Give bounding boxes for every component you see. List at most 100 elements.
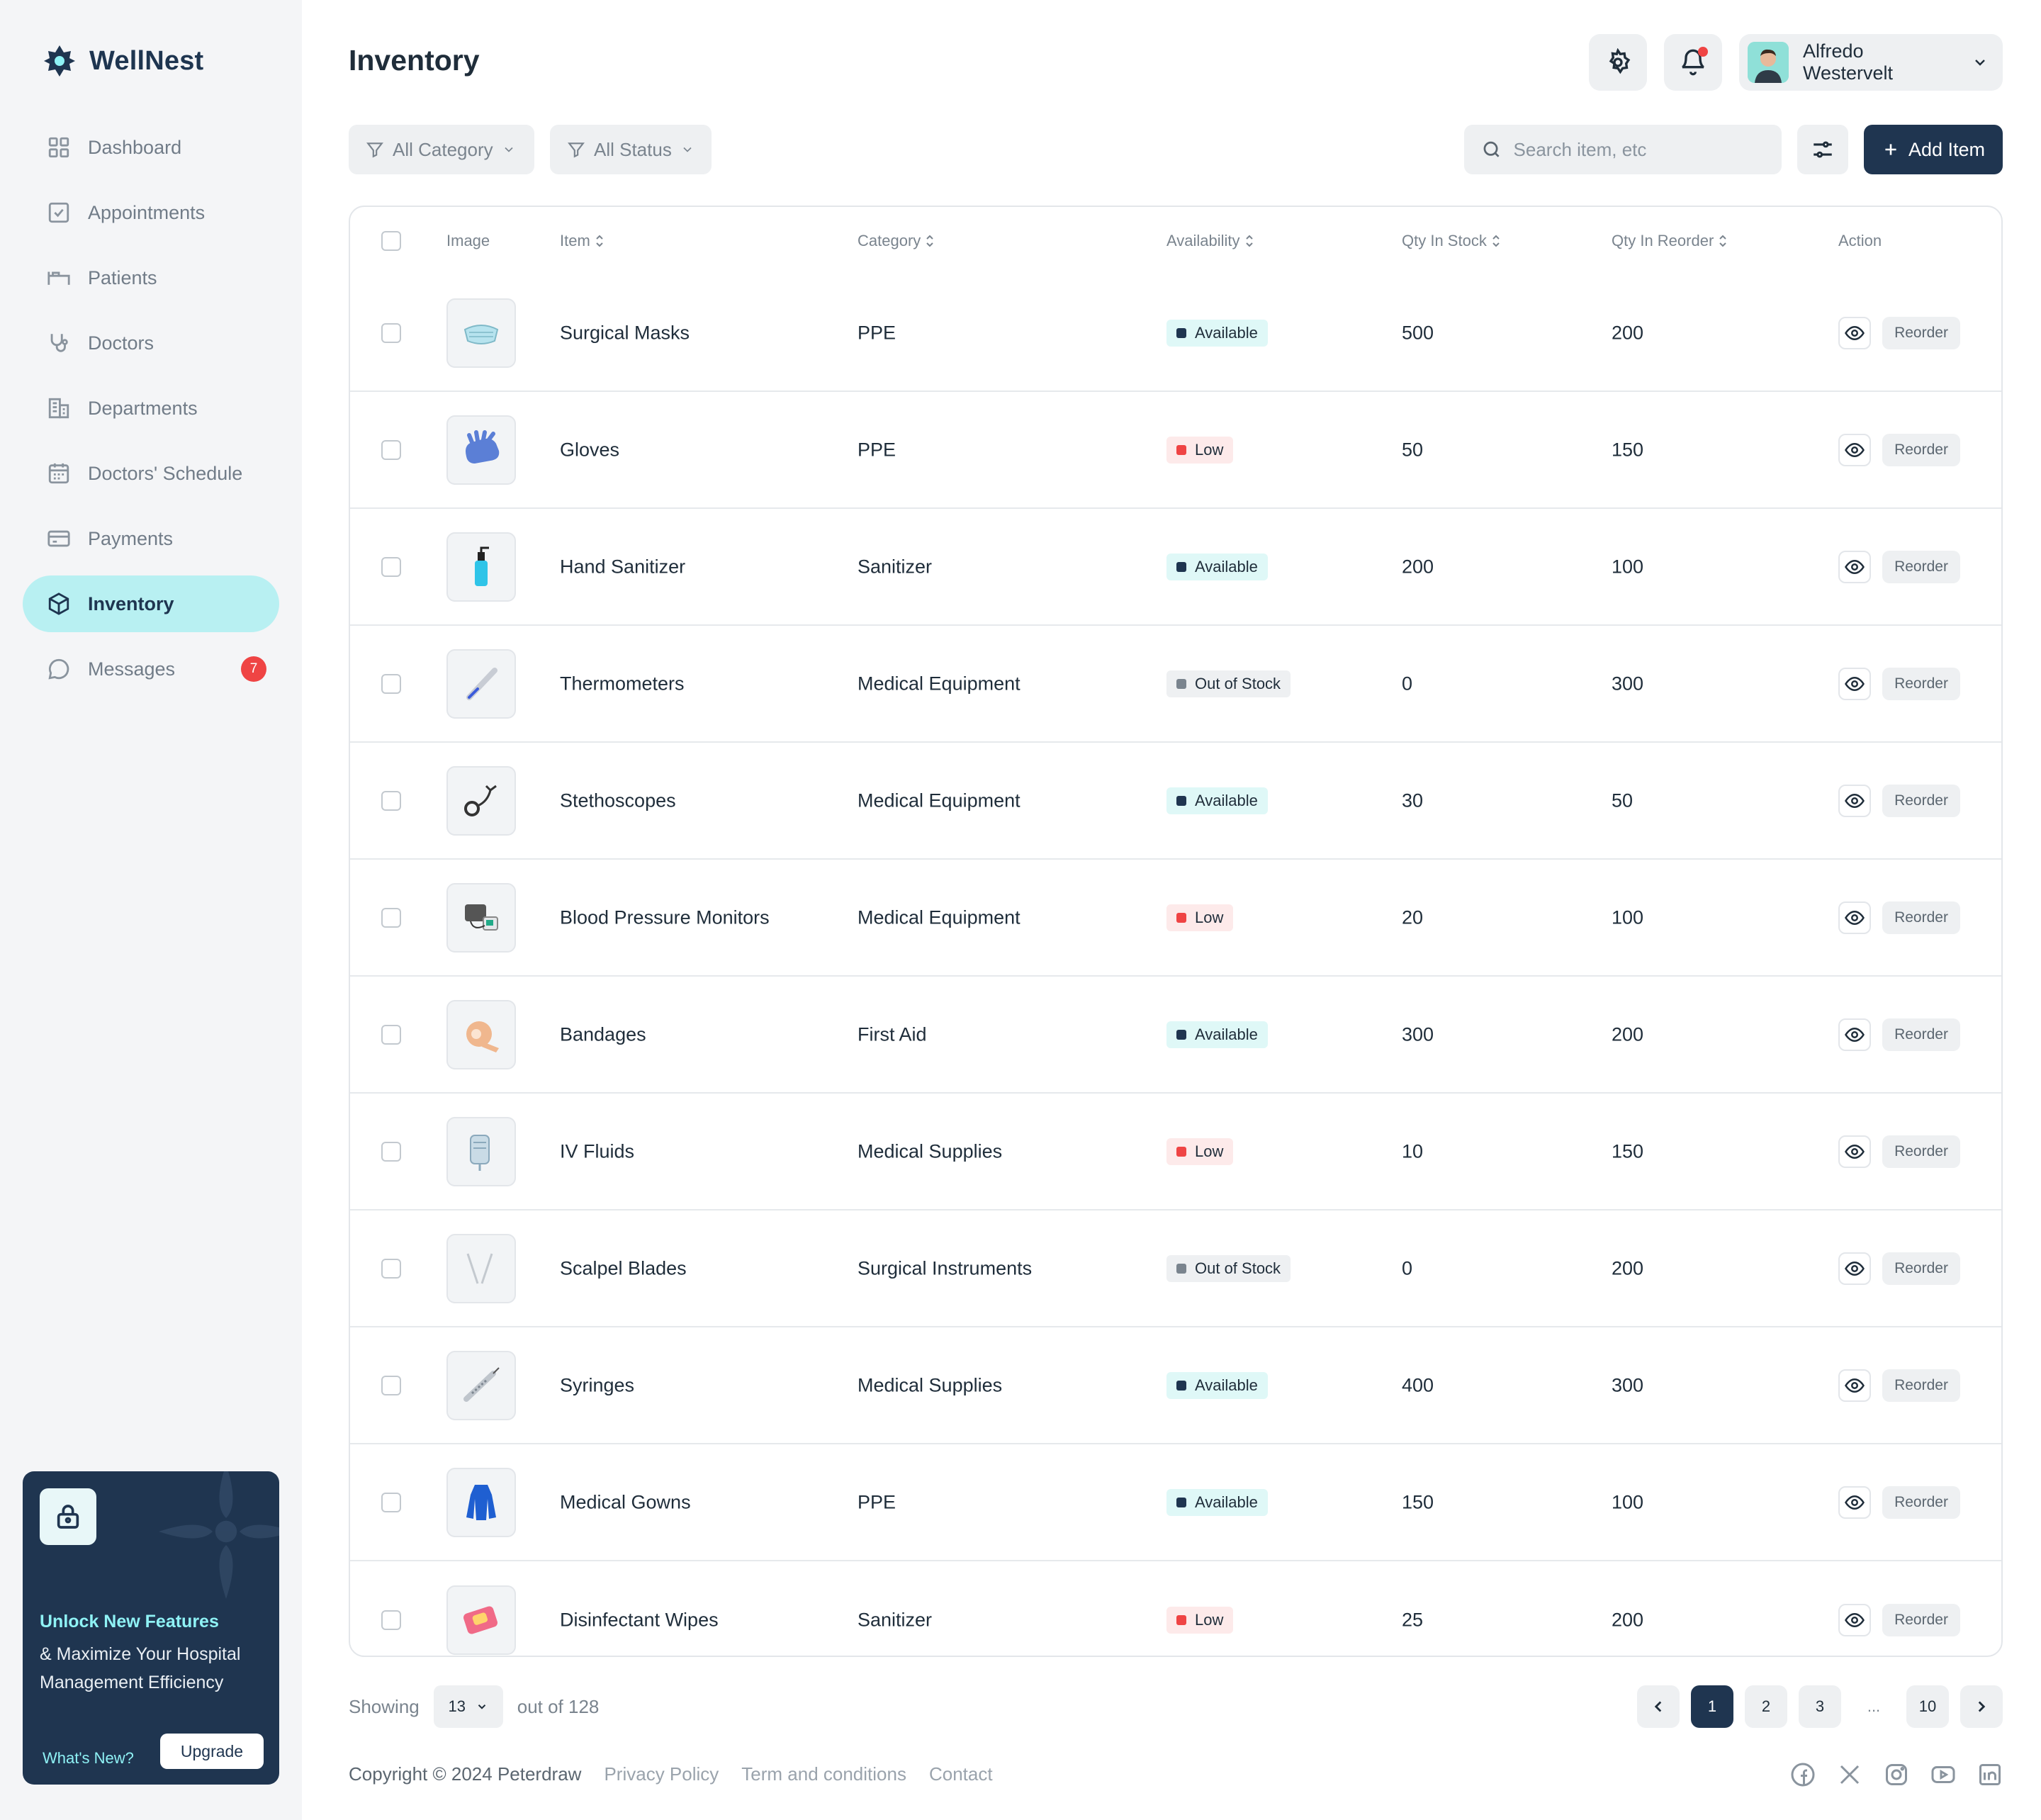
reorder-button[interactable]: Reorder <box>1882 1018 1960 1051</box>
view-item-button[interactable] <box>1838 1252 1871 1285</box>
table-row: IV Fluids Medical Supplies Low 10 150 Re… <box>350 1094 2001 1210</box>
sidebar-item-patients[interactable]: Patients <box>23 249 279 306</box>
status-badge: Low <box>1166 436 1234 464</box>
sidebar-item-doctors[interactable]: Doctors <box>23 315 279 371</box>
linkedin-icon[interactable] <box>1977 1762 2003 1787</box>
filter-icon <box>568 142 585 158</box>
reorder-button[interactable]: Reorder <box>1882 550 1960 583</box>
add-item-button[interactable]: Add Item <box>1864 125 2003 174</box>
column-qty-stock[interactable]: Qty In Stock <box>1402 232 1501 250</box>
logo[interactable]: WellNest <box>43 44 203 78</box>
status-badge: Out of Stock <box>1166 1254 1291 1282</box>
facebook-icon[interactable] <box>1790 1762 1816 1787</box>
column-category[interactable]: Category <box>858 232 935 250</box>
status-filter[interactable]: All Status <box>550 125 712 174</box>
column-item[interactable]: Item <box>560 232 605 250</box>
next-page-button[interactable] <box>1960 1685 2003 1728</box>
page-button-1[interactable]: 1 <box>1691 1685 1733 1728</box>
table-row: Gloves PPE Low 50 150 Reorder <box>350 392 2001 509</box>
sidebar-item-departments[interactable]: Departments <box>23 380 279 437</box>
item-name: Surgical Masks <box>560 322 690 343</box>
upgrade-button[interactable]: Upgrade <box>160 1734 264 1769</box>
inventory-table: Image Item Category Availability Qty In … <box>349 206 2003 1657</box>
row-checkbox[interactable] <box>381 1492 401 1512</box>
search-input[interactable] <box>1513 138 1765 161</box>
row-checkbox[interactable] <box>381 1610 401 1630</box>
view-item-button[interactable] <box>1838 901 1871 934</box>
row-checkbox[interactable] <box>381 1024 401 1045</box>
view-item-button[interactable] <box>1838 1018 1871 1051</box>
reorder-button[interactable]: Reorder <box>1882 316 1960 349</box>
reorder-button[interactable]: Reorder <box>1882 1603 1960 1636</box>
view-item-button[interactable] <box>1838 1485 1871 1519</box>
prev-page-button[interactable] <box>1637 1685 1680 1728</box>
terms-link[interactable]: Term and conditions <box>741 1763 906 1785</box>
row-checkbox[interactable] <box>381 1375 401 1395</box>
user-menu[interactable]: Alfredo Westervelt <box>1739 34 2003 91</box>
view-item-button[interactable] <box>1838 784 1871 817</box>
row-checkbox[interactable] <box>381 439 401 460</box>
sidebar-item-label: Dashboard <box>88 136 182 158</box>
view-item-button[interactable] <box>1838 1369 1871 1402</box>
item-name: Stethoscopes <box>560 790 676 811</box>
view-item-button[interactable] <box>1838 1603 1871 1636</box>
row-checkbox[interactable] <box>381 790 401 811</box>
sidebar-item-dashboard[interactable]: Dashboard <box>23 119 279 176</box>
youtube-icon[interactable] <box>1930 1762 1956 1787</box>
search-box <box>1464 125 1782 174</box>
item-name: Medical Gowns <box>560 1491 691 1512</box>
sort-icon <box>1492 235 1500 247</box>
privacy-policy-link[interactable]: Privacy Policy <box>604 1763 719 1785</box>
contact-link[interactable]: Contact <box>929 1763 993 1785</box>
notifications-button[interactable] <box>1664 34 1722 91</box>
reorder-button[interactable]: Reorder <box>1882 433 1960 466</box>
view-item-button[interactable] <box>1838 667 1871 700</box>
view-item-button[interactable] <box>1838 433 1871 466</box>
status-dot <box>1176 1497 1186 1507</box>
item-category: Medical Equipment <box>858 673 1020 694</box>
page-button-3[interactable]: 3 <box>1799 1685 1841 1728</box>
reorder-button[interactable]: Reorder <box>1882 667 1960 700</box>
row-checkbox[interactable] <box>381 907 401 928</box>
x-icon[interactable] <box>1837 1762 1862 1787</box>
sidebar-item-messages[interactable]: Messages 7 <box>23 641 279 697</box>
page-button-2[interactable]: 2 <box>1745 1685 1787 1728</box>
reorder-button[interactable]: Reorder <box>1882 1135 1960 1168</box>
page-size-select[interactable]: 13 <box>433 1685 503 1728</box>
sidebar-item-payments[interactable]: Payments <box>23 510 279 567</box>
column-label: Category <box>858 232 921 249</box>
page-button-10[interactable]: 10 <box>1906 1685 1949 1728</box>
qty-in-reorder: 100 <box>1612 1491 1644 1512</box>
advanced-filter-button[interactable] <box>1797 125 1848 174</box>
category-filter[interactable]: All Category <box>349 125 534 174</box>
view-item-button[interactable] <box>1838 316 1871 349</box>
row-checkbox[interactable] <box>381 1258 401 1279</box>
instagram-icon[interactable] <box>1884 1762 1909 1787</box>
sidebar-item-appointments[interactable]: Appointments <box>23 184 279 241</box>
reorder-button[interactable]: Reorder <box>1882 1252 1960 1285</box>
sidebar-item-label: Messages <box>88 658 176 680</box>
reorder-button[interactable]: Reorder <box>1882 901 1960 934</box>
promo-title: Unlock New Features <box>40 1612 219 1631</box>
filter-icon <box>366 142 383 158</box>
row-checkbox[interactable] <box>381 556 401 577</box>
status-badge: Available <box>1166 553 1268 580</box>
row-checkbox[interactable] <box>381 673 401 694</box>
view-item-button[interactable] <box>1838 550 1871 583</box>
select-all-checkbox[interactable] <box>381 231 401 251</box>
whats-new-link[interactable]: What's New? <box>43 1749 134 1768</box>
column-qty-reorder[interactable]: Qty In Reorder <box>1612 232 1728 250</box>
sidebar-item-inventory[interactable]: Inventory <box>23 575 279 632</box>
row-checkbox[interactable] <box>381 322 401 343</box>
row-checkbox[interactable] <box>381 1141 401 1162</box>
reorder-button[interactable]: Reorder <box>1882 1369 1960 1402</box>
reorder-button[interactable]: Reorder <box>1882 784 1960 817</box>
column-availability[interactable]: Availability <box>1166 232 1254 250</box>
gown-icon <box>466 1484 496 1520</box>
sidebar-item-doctors-schedule[interactable]: Doctors' Schedule <box>23 445 279 502</box>
chevron-down-icon <box>505 147 513 152</box>
settings-button[interactable] <box>1589 34 1647 91</box>
chevron-left-icon <box>1654 1701 1662 1712</box>
view-item-button[interactable] <box>1838 1135 1871 1168</box>
reorder-button[interactable]: Reorder <box>1882 1485 1960 1519</box>
